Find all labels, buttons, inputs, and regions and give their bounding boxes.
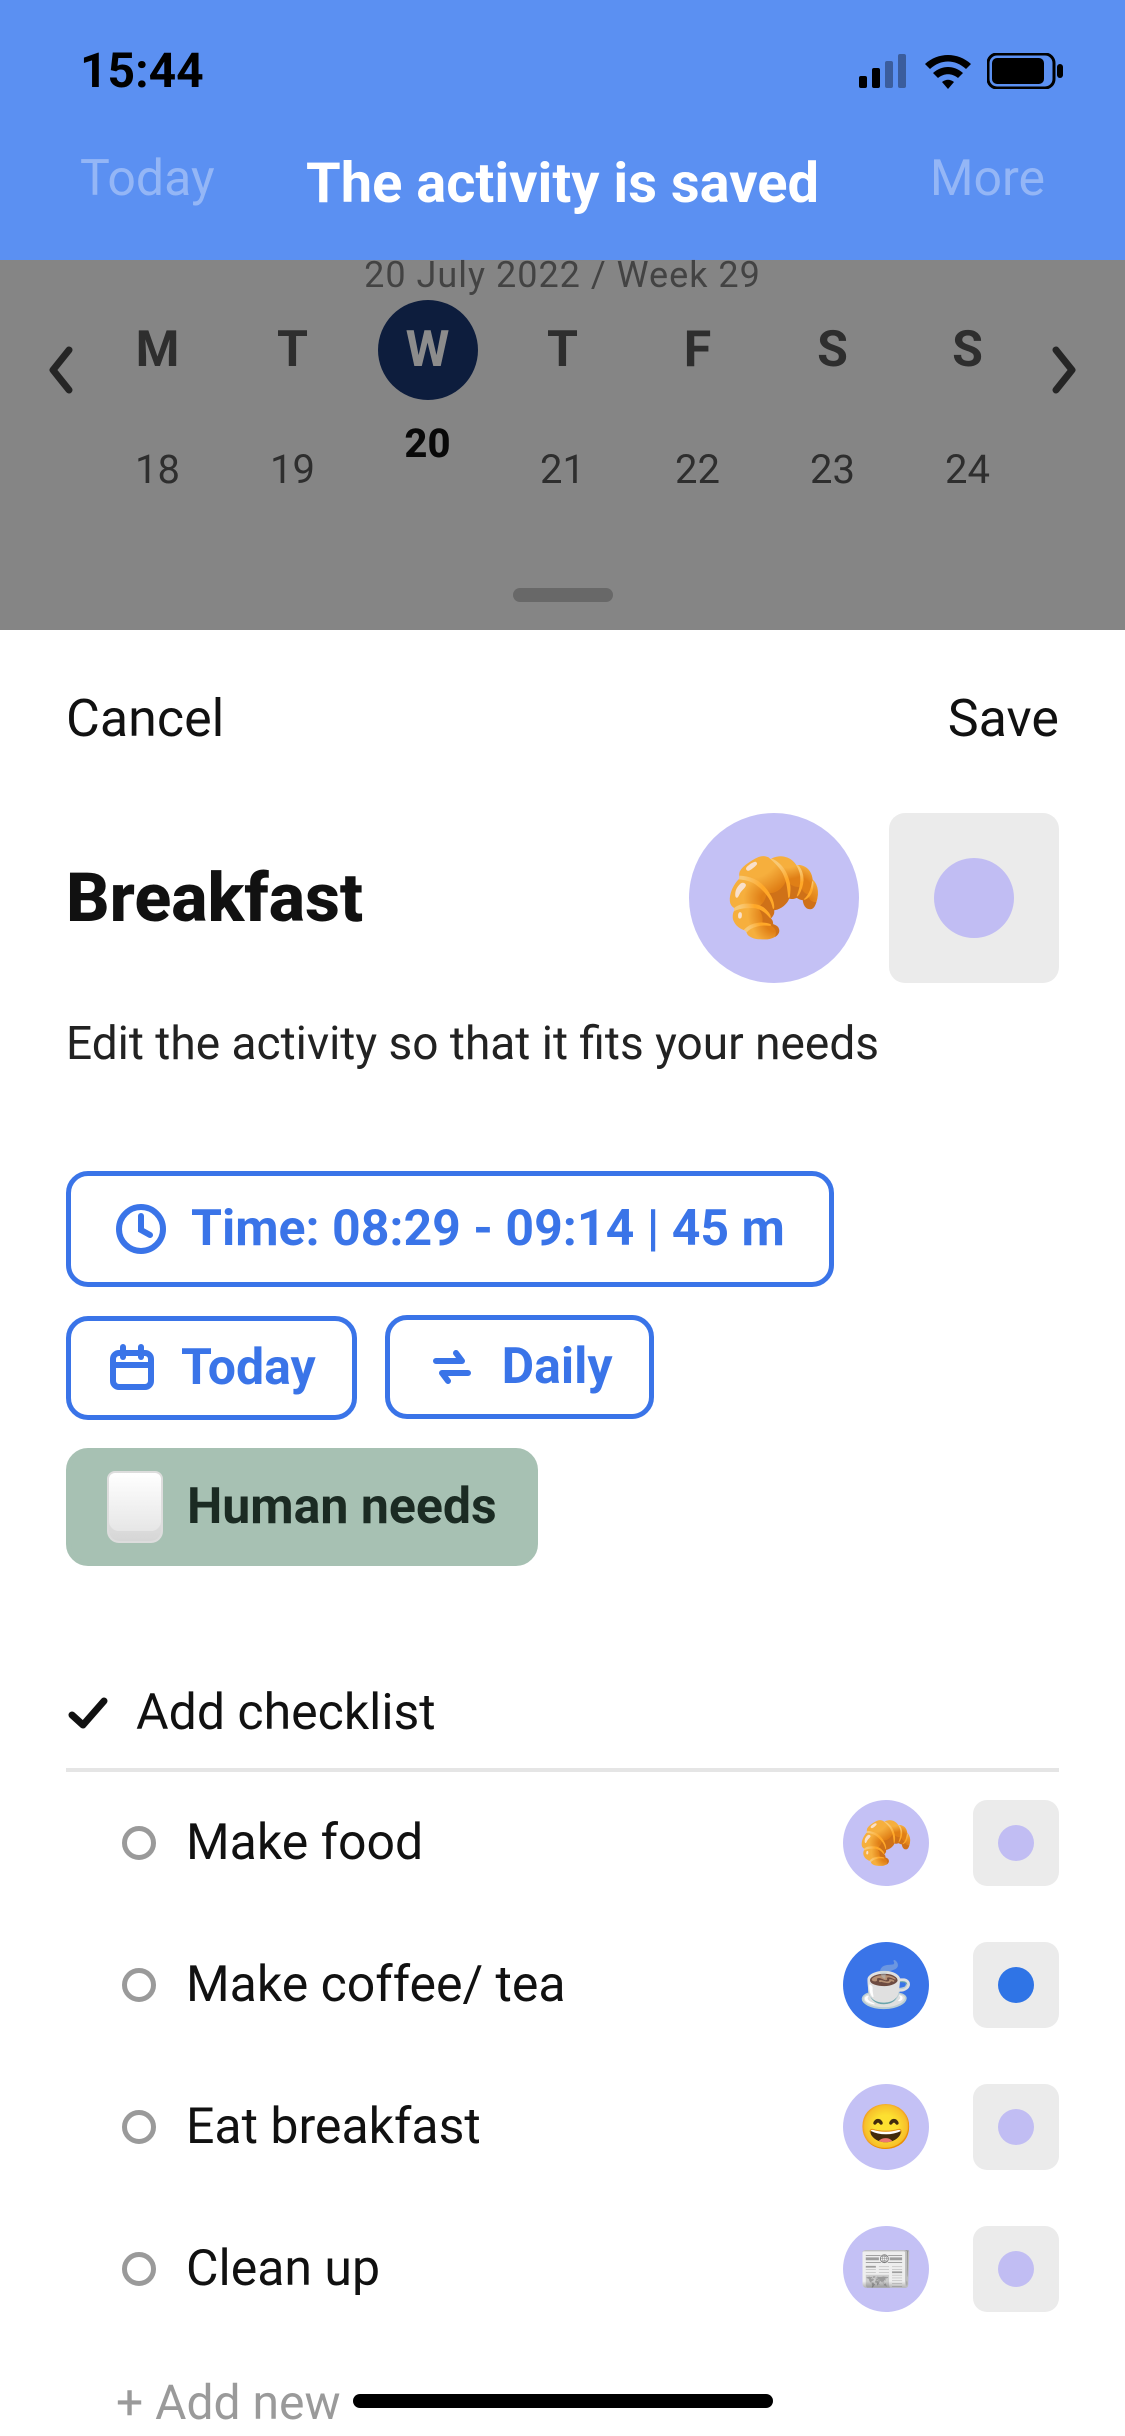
- checklist-item[interactable]: Eat breakfast 😄: [66, 2056, 1059, 2198]
- checklist-item-color[interactable]: [973, 2226, 1059, 2312]
- battery-icon: [987, 53, 1065, 89]
- checklist-item[interactable]: Make food 🥐: [66, 1772, 1059, 1914]
- status-bar: 15:44: [0, 42, 1125, 99]
- calendar-icon: [107, 1343, 157, 1393]
- repeat-pill[interactable]: Daily: [385, 1315, 654, 1419]
- unchecked-circle-icon[interactable]: [122, 2110, 156, 2144]
- clock-icon: [115, 1203, 167, 1255]
- wifi-icon: [923, 53, 973, 89]
- date-label: Today: [181, 1339, 316, 1397]
- status-right: [859, 53, 1065, 89]
- croissant-icon: 🥐: [724, 851, 824, 945]
- checklist-item-icon[interactable]: ☕: [843, 1942, 929, 2028]
- home-indicator: [353, 2394, 773, 2408]
- color-swatch: [998, 1967, 1034, 2003]
- clock-time: 15:44: [80, 42, 204, 99]
- checklist-item-label: Make food: [186, 1814, 813, 1872]
- checklist-item-label: Clean up: [186, 2240, 813, 2298]
- checklist-item-label: Eat breakfast: [186, 2098, 813, 2156]
- checklist-header-label: Add checklist: [136, 1684, 436, 1742]
- category-pill[interactable]: Human needs: [66, 1448, 538, 1566]
- unchecked-circle-icon[interactable]: [122, 2252, 156, 2286]
- edit-activity-sheet: Cancel Save Breakfast 🥐 Edit the activit…: [10, 630, 1115, 2436]
- checklist-item-color[interactable]: [973, 1800, 1059, 1886]
- checklist-item-label: Make coffee/ tea: [186, 1956, 813, 2014]
- dimming-overlay: [0, 260, 1125, 630]
- time-label: Time: 08:29 - 09:14 | 45 m: [191, 1200, 785, 1258]
- cancel-button[interactable]: Cancel: [66, 688, 224, 749]
- activity-icon-picker[interactable]: 🥐: [689, 813, 859, 983]
- activity-title[interactable]: Breakfast: [66, 858, 689, 938]
- calendar-strip: 20 July 2022 / Week 29 M18T19W20T21F22S2…: [0, 260, 1125, 630]
- notification-banner: 15:44 Today The activity is sa: [0, 0, 1125, 260]
- category-label: Human needs: [187, 1478, 497, 1536]
- checklist-item[interactable]: Clean up 📰: [66, 2198, 1059, 2340]
- checklist-item[interactable]: Make coffee/ tea ☕: [66, 1914, 1059, 2056]
- checklist-item-icon[interactable]: 📰: [843, 2226, 929, 2312]
- checklist-header[interactable]: Add checklist: [66, 1684, 1059, 1772]
- color-swatch: [998, 2109, 1034, 2145]
- color-swatch: [998, 2251, 1034, 2287]
- date-pill[interactable]: Today: [66, 1316, 357, 1420]
- unchecked-circle-icon[interactable]: [122, 1968, 156, 2002]
- color-swatch: [998, 1825, 1034, 1861]
- activity-subtitle: Edit the activity so that it fits your n…: [66, 1017, 1059, 1071]
- add-checklist-item[interactable]: + Add new: [66, 2340, 1059, 2431]
- activity-color-picker[interactable]: [889, 813, 1059, 983]
- time-pill[interactable]: Time: 08:29 - 09:14 | 45 m: [66, 1171, 834, 1287]
- cellular-icon: [859, 54, 909, 88]
- save-button[interactable]: Save: [948, 688, 1059, 749]
- banner-right-action[interactable]: More: [930, 150, 1045, 208]
- checklist-item-icon[interactable]: 🥐: [843, 1800, 929, 1886]
- checklist-item-icon[interactable]: 😄: [843, 2084, 929, 2170]
- unchecked-circle-icon[interactable]: [122, 1826, 156, 1860]
- checklist-item-color[interactable]: [973, 2084, 1059, 2170]
- repeat-label: Daily: [502, 1338, 613, 1396]
- checklist-item-color[interactable]: [973, 1942, 1059, 2028]
- color-swatch: [934, 858, 1014, 938]
- repeat-icon: [426, 1341, 478, 1393]
- check-icon: [66, 1691, 110, 1735]
- cup-icon: [107, 1471, 163, 1543]
